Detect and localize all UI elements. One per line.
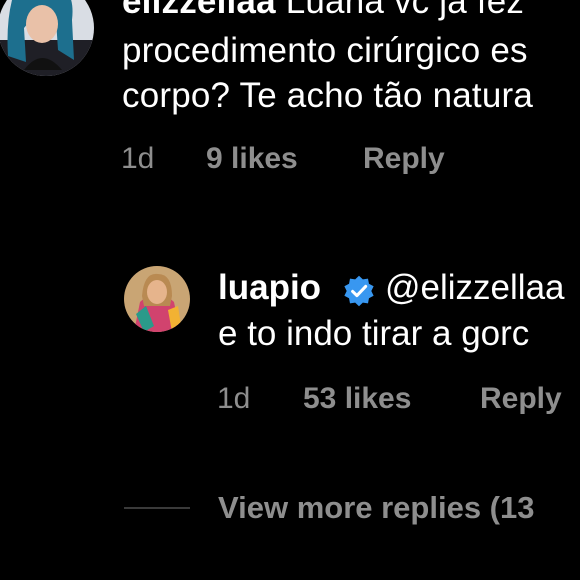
view-more-replies-button[interactable]: View more replies (13 [218,490,534,526]
reply-timestamp: 1d [217,382,251,415]
likes-count[interactable]: 9 likes [206,142,298,176]
mention-link[interactable]: @elizzellaa [385,268,565,308]
avatar-elizzellaa[interactable] [0,0,94,76]
reply-username[interactable]: luapio [218,268,321,308]
avatar-luapio[interactable] [124,266,190,332]
comment-timestamp: 1d [121,142,155,175]
reply-likes-count[interactable]: 53 likes [303,382,411,416]
comment-text-line: elizzellaa Luana vc já fez [122,0,524,23]
reply-reply-button[interactable]: Reply [480,382,562,416]
comment-text: Luana vc já fez [285,0,525,21]
comment-text-line: procedimento cirúrgico es [122,31,528,70]
comment-text-line: corpo? Te acho tão natura [122,76,534,115]
comment-username[interactable]: elizzellaa [122,0,276,21]
reply-text-line: e to indo tirar a gorc [218,314,530,353]
view-more-divider [124,507,190,509]
verified-badge-icon [344,275,374,307]
reply-button[interactable]: Reply [363,142,445,176]
